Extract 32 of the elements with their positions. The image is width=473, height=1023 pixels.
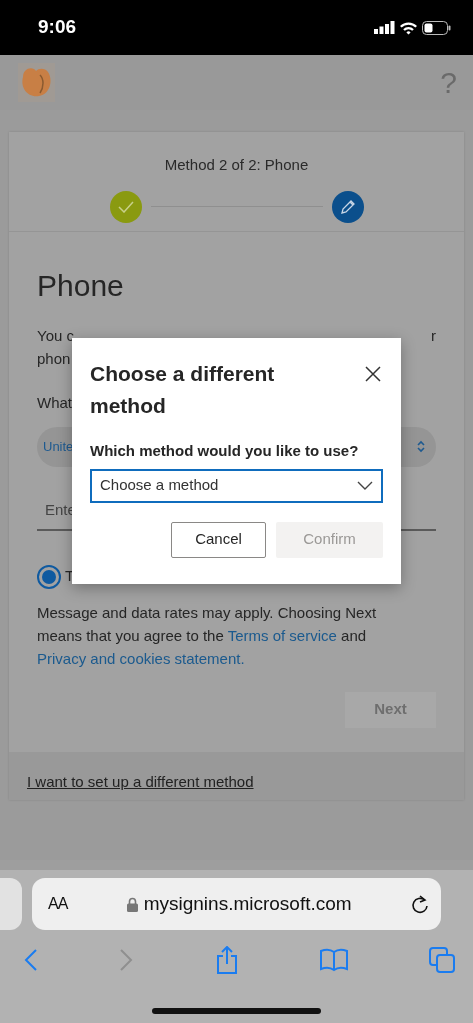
battery-icon	[422, 20, 451, 35]
question-text: What	[37, 394, 72, 411]
step-title: Method 2 of 2: Phone	[164, 155, 309, 175]
chevron-down-icon	[357, 481, 373, 490]
tabs-icon[interactable]	[429, 947, 455, 973]
signal-icon	[374, 21, 395, 34]
wifi-icon	[399, 20, 418, 35]
intro-text: phon	[37, 350, 71, 367]
close-icon[interactable]	[365, 366, 381, 382]
text-size-button[interactable]: AA	[48, 892, 68, 916]
cancel-button[interactable]: Cancel	[171, 521, 266, 558]
address-bar[interactable]: AA mysignins.microsoft.com	[32, 878, 441, 930]
terms-link[interactable]: Terms of service	[227, 626, 337, 644]
page-heading: Phone	[37, 268, 125, 304]
select-label: Which method would you like to use?	[90, 441, 360, 461]
intro-text: r	[431, 326, 436, 346]
method-select[interactable]: Choose a method	[90, 468, 383, 503]
home-indicator[interactable]	[152, 1008, 321, 1014]
back-icon[interactable]	[24, 948, 38, 972]
logo-icon	[18, 63, 55, 102]
dialog-title: Choose a different method	[90, 361, 276, 419]
privacy-link[interactable]: Privacy and cookies statement.	[37, 649, 245, 667]
url-text: mysignins.microsoft.com	[143, 891, 352, 916]
reload-icon[interactable]	[411, 894, 429, 914]
tab-preview[interactable]	[0, 878, 22, 930]
lock-icon	[126, 896, 138, 912]
book-icon[interactable]	[319, 948, 348, 972]
share-icon[interactable]	[214, 946, 239, 974]
notice-text: Message and data rates may apply. Choosing Next means that you agree to the Terms of service and Privacy and cookies statement.	[37, 602, 378, 669]
status-time: 9:06	[38, 15, 77, 40]
radio-button[interactable]	[37, 564, 61, 589]
updown-caret-icon	[416, 440, 426, 453]
